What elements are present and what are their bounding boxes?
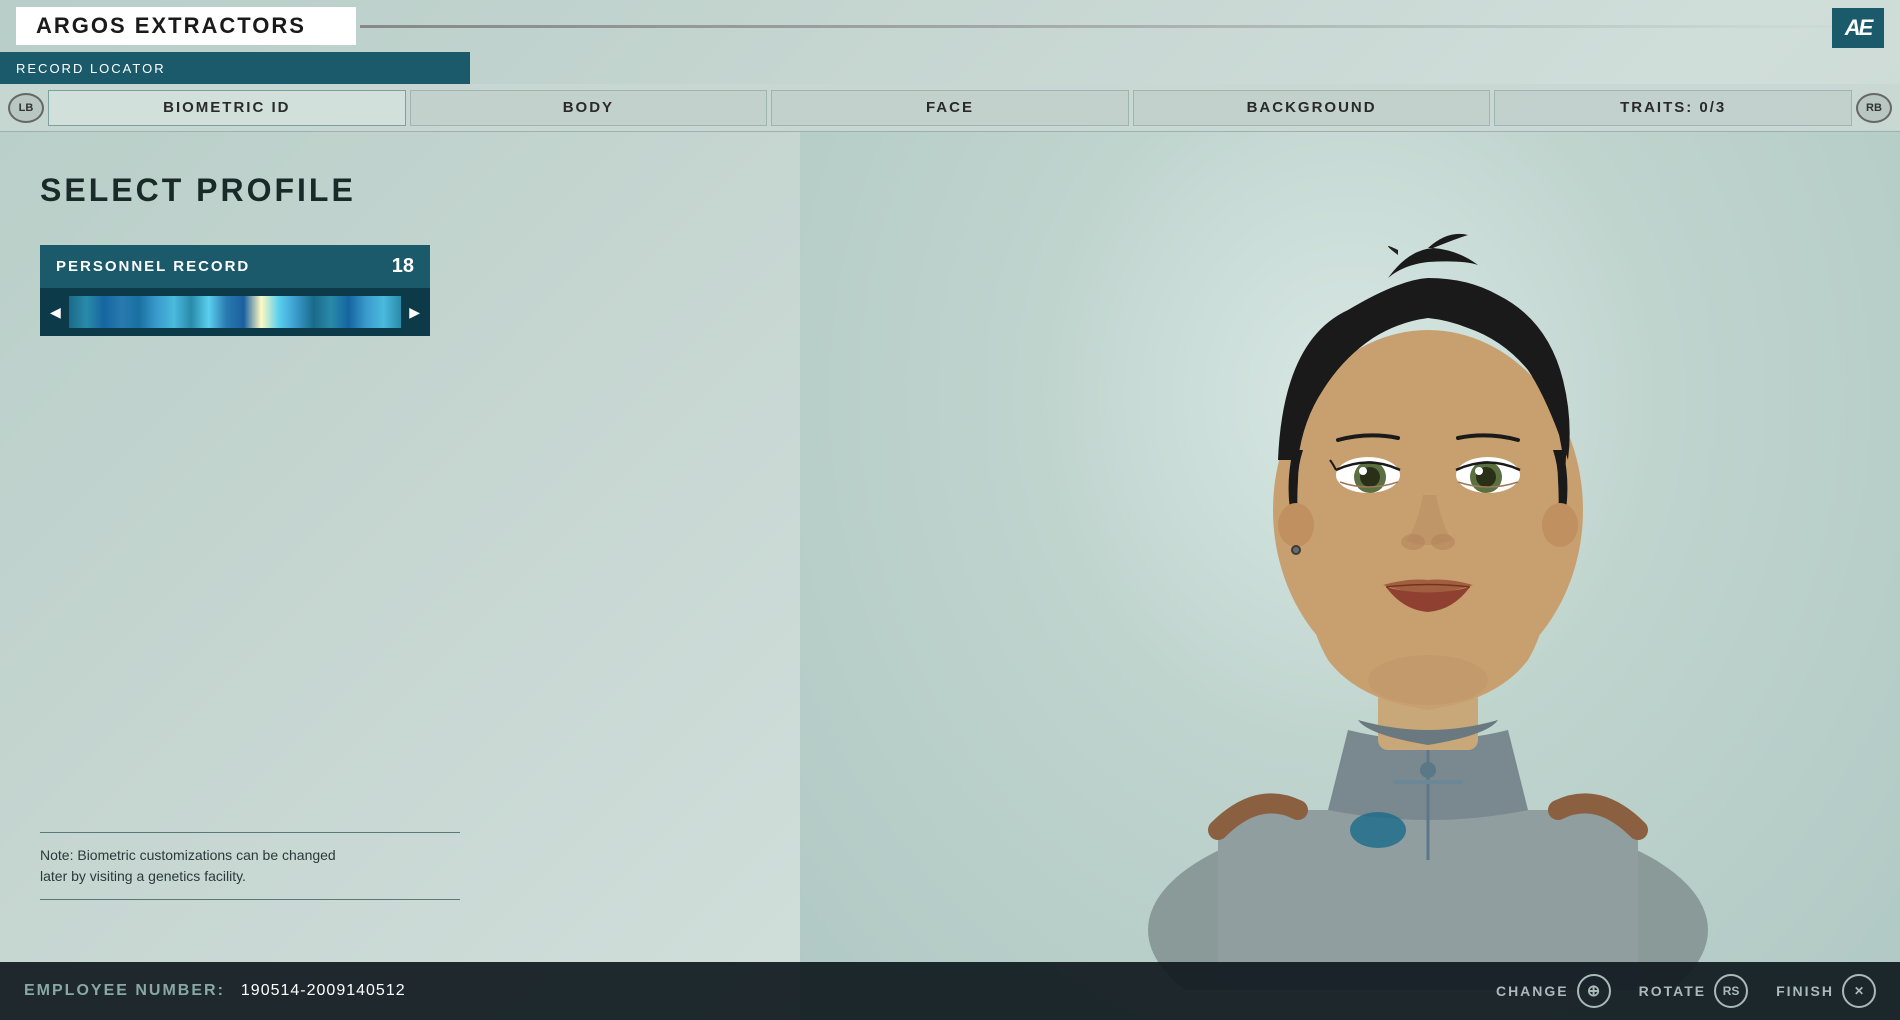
record-locator-bar: RECORD LOCATOR — [0, 52, 470, 84]
ae-logo: AE — [1832, 8, 1884, 48]
dna-prev-button[interactable]: ◀ — [50, 304, 61, 321]
finish-button[interactable]: ✕ — [1842, 974, 1876, 1008]
nav-right-button[interactable]: RB — [1856, 93, 1892, 123]
employee-label: EMPLOYEE NUMBER: — [24, 982, 225, 1000]
change-label: CHANGE — [1496, 983, 1569, 999]
section-title: SELECT PROFILE — [40, 172, 580, 209]
tab-traits[interactable]: TRAITS: 0/3 — [1494, 90, 1852, 126]
header: ARGOS EXTRACTORS AE RECORD LOCATOR LB BI… — [0, 0, 1900, 132]
record-locator-text: RECORD LOCATOR — [16, 61, 166, 76]
tab-biometric[interactable]: BIOMETRIC ID — [48, 90, 406, 126]
bottom-bar: EMPLOYEE NUMBER: 190514-2009140512 CHANG… — [0, 962, 1900, 1020]
title-line — [360, 25, 1884, 28]
personnel-number: 18 — [392, 255, 414, 278]
character-svg — [1038, 130, 1818, 990]
tab-background[interactable]: BACKGROUND — [1133, 90, 1491, 126]
tab-body[interactable]: BODY — [410, 90, 768, 126]
title-bar: ARGOS EXTRACTORS AE — [0, 0, 1900, 52]
title-text: ARGOS EXTRACTORS — [36, 13, 306, 38]
dna-next-button[interactable]: ▶ — [409, 304, 420, 321]
nav-left-button[interactable]: LB — [8, 93, 44, 123]
finish-action: FINISH ✕ — [1776, 974, 1876, 1008]
personnel-label: PERSONNEL RECORD — [56, 258, 250, 275]
finish-label: FINISH — [1776, 983, 1834, 999]
change-action: CHANGE ⊕ — [1496, 974, 1611, 1008]
employee-number: 190514-2009140512 — [241, 982, 406, 1000]
rotate-action: ROTATE RS — [1639, 974, 1748, 1008]
change-button[interactable]: ⊕ — [1577, 974, 1611, 1008]
rotate-button[interactable]: RS — [1714, 974, 1748, 1008]
personnel-card-header: PERSONNEL RECORD 18 — [40, 245, 430, 288]
rotate-label: ROTATE — [1639, 983, 1706, 999]
dna-bar[interactable] — [69, 296, 401, 328]
personnel-card: PERSONNEL RECORD 18 ◀ ▶ — [40, 245, 430, 336]
character-portrait — [800, 130, 1900, 1020]
bottom-actions: CHANGE ⊕ ROTATE RS FINISH ✕ — [1496, 974, 1876, 1008]
dna-bar-container: ◀ ▶ — [40, 288, 430, 336]
tab-face[interactable]: FACE — [771, 90, 1129, 126]
app-title: ARGOS EXTRACTORS — [16, 7, 356, 45]
nav-tabs: LB BIOMETRIC ID BODY FACE BACKGROUND TRA… — [0, 84, 1900, 132]
main-content: SELECT PROFILE PERSONNEL RECORD 18 ◀ ▶ — [0, 132, 620, 960]
